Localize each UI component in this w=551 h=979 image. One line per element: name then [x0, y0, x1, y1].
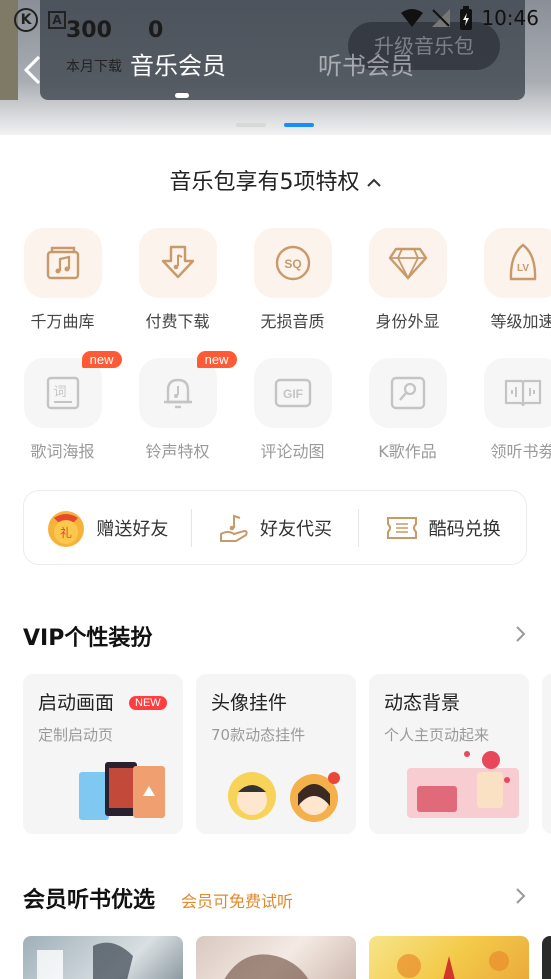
privilege-label: 身份外显: [375, 312, 440, 331]
k-icon: K: [14, 8, 38, 32]
privilege-label: 付费下载: [145, 312, 210, 331]
privilege-label: K歌作品: [378, 442, 437, 461]
no-signal-icon: [432, 9, 451, 27]
privilege-label: 评论动图: [260, 442, 325, 461]
carousel-dot-active[interactable]: [284, 123, 314, 127]
status-time: 10:46: [481, 6, 539, 30]
privilege-label: 等级加速: [490, 312, 551, 331]
vip-section-title: VIP个性装扮: [23, 626, 153, 651]
battery-icon: [460, 6, 473, 30]
wifi-icon: [401, 9, 424, 27]
svg-text:GIF: GIF: [283, 387, 303, 401]
vip-card-next-partial[interactable]: [542, 674, 551, 834]
privilege-level[interactable]: LV 等级加速: [465, 228, 551, 332]
lyrics-poster-icon: 词: [46, 376, 79, 410]
gift-friend-button[interactable]: 礼 赠送好友: [24, 508, 191, 548]
tab-indicator: [175, 93, 189, 98]
hand-music-icon: [220, 514, 248, 542]
friend-buy-button[interactable]: 好友代买: [192, 512, 359, 544]
new-badge: NEW: [129, 696, 167, 710]
privilege-karaoke[interactable]: K歌作品: [350, 358, 465, 462]
tab-audiobook-member[interactable]: 听书会员: [318, 46, 414, 81]
svg-text:词: 词: [53, 385, 66, 400]
chevron-right-icon[interactable]: [512, 885, 528, 907]
privilege-lyrics-poster[interactable]: 词 new 歌词海报: [5, 351, 122, 462]
tab-music-member[interactable]: 音乐会员: [130, 46, 226, 81]
vip-card-avatar-pendant[interactable]: 头像挂件 70款动态挂件: [196, 674, 356, 834]
privilege-label: 千万曲库: [30, 312, 95, 331]
privilege-lossless[interactable]: SQ 无损音质: [235, 228, 350, 332]
privilege-library[interactable]: 千万曲库: [5, 228, 120, 332]
svg-text:SQ: SQ: [284, 257, 301, 271]
audiobook-cover[interactable]: [23, 936, 183, 979]
music-library-icon: [46, 246, 79, 280]
gift-bag-icon: 礼: [48, 510, 85, 547]
action-label: 酷码兑换: [428, 518, 501, 540]
privilege-label: 歌词海报: [30, 442, 95, 461]
carousel-dots: [236, 123, 314, 127]
privilege-audiobook[interactable]: 领听书劵: [465, 358, 551, 462]
card-subtitle: 个人主页动起来: [384, 726, 490, 744]
svg-text:礼: 礼: [60, 525, 72, 540]
privileges-title[interactable]: 音乐包享有5项特权: [0, 164, 551, 196]
privileges-title-text: 音乐包享有5项特权: [169, 170, 360, 195]
book-cover-art: [397, 951, 509, 979]
new-badge: new: [196, 351, 237, 368]
card-subtitle: 70款动态挂件: [211, 726, 306, 744]
audiobook-cover[interactable]: [196, 936, 356, 979]
audiobook-section-subtitle: 会员可免费试听: [181, 892, 294, 911]
privilege-comment-gif[interactable]: GIF 评论动图: [235, 358, 350, 462]
audiobook-cover[interactable]: [369, 936, 529, 979]
back-arrow-icon[interactable]: [20, 54, 44, 86]
audiobook-cover-partial[interactable]: [542, 936, 551, 979]
download-icon: [161, 245, 194, 279]
privilege-ringtone[interactable]: new 铃声特权: [120, 351, 237, 462]
download-label: 本月下载: [66, 59, 122, 75]
card-subtitle: 定制启动页: [38, 726, 114, 744]
chevron-right-icon[interactable]: [512, 623, 528, 645]
carousel-dot[interactable]: [236, 123, 266, 127]
member-header: 300 0 本月下载 升级音乐包 K A 10:46 音乐会员 听书会员: [0, 0, 551, 135]
ticket-icon: [386, 516, 417, 539]
member-actions-bar: 礼 赠送好友 好友代买 酷码兑换: [23, 490, 527, 565]
gif-icon: GIF: [274, 378, 311, 408]
vip-card-dynamic-background[interactable]: 动态背景 个人主页动起来: [369, 674, 529, 834]
privilege-label: 领听书劵: [490, 442, 551, 461]
ringtone-bell-icon: [163, 378, 192, 409]
diamond-icon: [388, 247, 427, 281]
audiobook-icon: [504, 379, 541, 407]
sq-quality-icon: SQ: [275, 245, 310, 281]
vip-card-splash[interactable]: 启动画面 NEW 定制启动页: [23, 674, 183, 834]
card-title: 动态背景: [384, 692, 461, 714]
privilege-label: 铃声特权: [145, 442, 210, 461]
splash-phones-illustration: [79, 762, 165, 820]
action-label: 赠送好友: [96, 518, 169, 540]
privilege-download[interactable]: 付费下载: [120, 228, 235, 332]
chevron-up-icon: [366, 178, 381, 187]
privilege-identity[interactable]: 身份外显: [350, 228, 465, 332]
book-cover-art: [37, 942, 133, 979]
new-badge: new: [81, 351, 122, 368]
redeem-code-button[interactable]: 酷码兑换: [359, 515, 526, 541]
privilege-label: 无损音质: [260, 312, 325, 331]
avatar-pendants-illustration: [228, 772, 340, 822]
dynamic-background-illustration: [407, 751, 519, 818]
action-label: 好友代买: [260, 518, 332, 540]
book-cover-art: [224, 954, 309, 979]
level-rocket-icon: LV: [509, 243, 536, 281]
status-bar: K A 10:46: [0, 0, 551, 38]
card-title: 启动画面: [38, 692, 115, 714]
karaoke-icon: [390, 376, 425, 410]
audiobook-section-title: 会员听书优选: [23, 888, 156, 913]
a-icon: A: [48, 11, 66, 29]
svg-text:LV: LV: [516, 263, 528, 274]
card-title: 头像挂件: [211, 692, 288, 714]
